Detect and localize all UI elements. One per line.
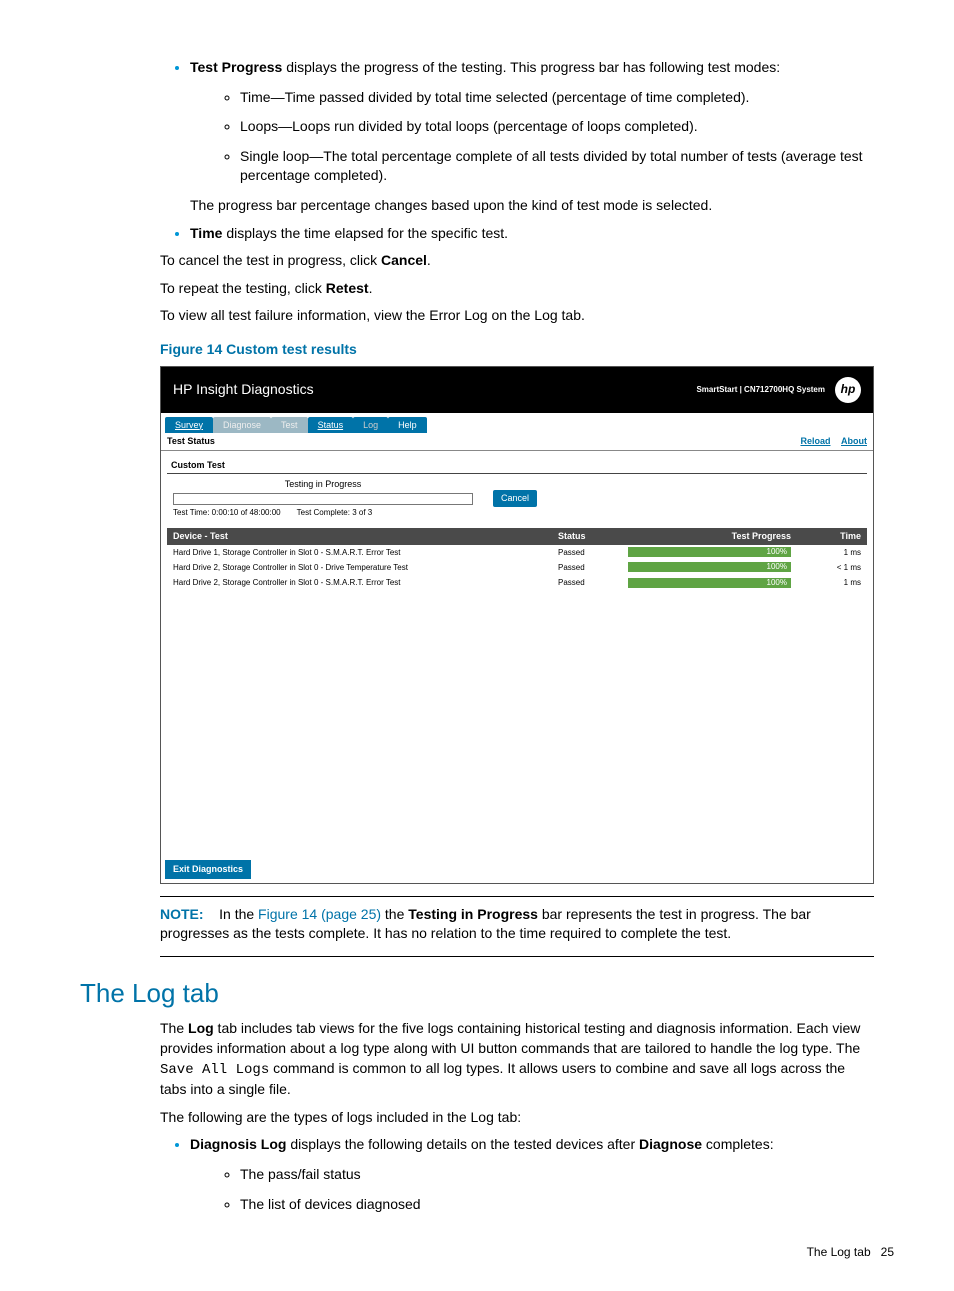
tab-status[interactable]: Status (308, 417, 354, 434)
section-heading-log-tab: The Log tab (80, 975, 874, 1011)
text: displays the progress of the testing. Th… (282, 59, 780, 75)
list-item: Diagnosis Log displays the following det… (190, 1135, 874, 1214)
para: To repeat the testing, click Retest. (160, 279, 874, 299)
para: To cancel the test in progress, click Ca… (160, 251, 874, 271)
table-row: Hard Drive 2, Storage Controller in Slot… (167, 560, 867, 575)
app-title: HP Insight Diagnostics (173, 380, 314, 400)
list-item: Time displays the time elapsed for the s… (190, 224, 874, 244)
progress-bar (173, 493, 473, 505)
text: displays the time elapsed for the specif… (222, 225, 508, 241)
col-time: Time (797, 528, 867, 545)
reload-link[interactable]: Reload (800, 436, 830, 446)
tab-log[interactable]: Log (353, 417, 388, 434)
box-title: Custom Test (167, 457, 867, 475)
about-link[interactable]: About (841, 436, 867, 446)
sublist-item: Loops—Loops run divided by total loops (… (240, 117, 874, 137)
list-item: Test Progress displays the progress of t… (190, 58, 874, 216)
col-device: Device - Test (167, 528, 552, 545)
results-table: Device - Test Status Test Progress Time … (167, 528, 867, 590)
page-footer: The Log tab 25 (80, 1244, 894, 1261)
strong-text: Test Progress (190, 59, 282, 75)
note-text: NOTE: In the Figure 14 (page 25) the Tes… (160, 905, 874, 944)
table-row: Hard Drive 2, Storage Controller in Slot… (167, 575, 867, 590)
system-label: SmartStart | CN712700HQ System (696, 384, 825, 395)
figure-caption: Figure 14 Custom test results (160, 340, 874, 360)
table-row: Hard Drive 1, Storage Controller in Slot… (167, 545, 867, 560)
strong-text: Time (190, 225, 222, 241)
subheader-title: Test Status (167, 435, 215, 448)
sublist-item: Time—Time passed divided by total time s… (240, 88, 874, 108)
tab-survey[interactable]: Survey (165, 417, 213, 434)
hp-logo-icon: hp (835, 377, 861, 403)
figure-link[interactable]: Figure 14 (page 25) (258, 906, 381, 922)
app-titlebar: HP Insight Diagnostics SmartStart | CN71… (161, 367, 873, 413)
col-progress: Test Progress (622, 528, 797, 545)
sublist-item: The pass/fail status (240, 1165, 874, 1185)
sublist-item: The list of devices diagnosed (240, 1195, 874, 1215)
para: The Log tab includes tab views for the f… (160, 1019, 874, 1099)
cancel-button[interactable]: Cancel (493, 490, 537, 507)
screenshot-figure: HP Insight Diagnostics SmartStart | CN71… (160, 366, 874, 884)
para: The following are the types of logs incl… (160, 1108, 874, 1128)
para: The progress bar percentage changes base… (190, 196, 874, 216)
progress-meta-time: Test Time: 0:00:10 of 48:00:00 (173, 507, 281, 518)
para: To view all test failure information, vi… (160, 306, 874, 326)
sublist-item: Single loop—The total percentage complet… (240, 147, 874, 186)
tab-help[interactable]: Help (388, 417, 427, 434)
note-label: NOTE: (160, 906, 204, 922)
tab-diagnose[interactable]: Diagnose (213, 417, 271, 434)
col-status: Status (552, 528, 622, 545)
progress-meta-complete: Test Complete: 3 of 3 (297, 507, 373, 518)
tab-test[interactable]: Test (271, 417, 308, 434)
progress-label: Testing in Progress (173, 478, 473, 491)
exit-diagnostics-button[interactable]: Exit Diagnostics (165, 860, 251, 879)
